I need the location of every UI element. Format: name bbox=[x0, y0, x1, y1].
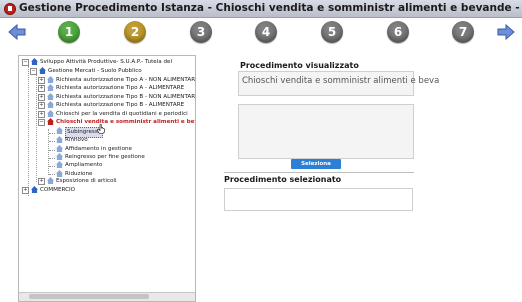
tree-node-item[interactable]: + Esposizione di articoli bbox=[38, 177, 188, 186]
procedimento-description-box bbox=[238, 104, 414, 159]
tree-node-child[interactable]: Subingresso bbox=[56, 127, 136, 138]
procedimento-visualizzato-value: Chioschi vendita e somministr alimenti e… bbox=[242, 76, 440, 86]
step-4[interactable]: 4 bbox=[255, 21, 277, 43]
house-icon bbox=[47, 76, 54, 83]
expand-icon[interactable]: + bbox=[38, 94, 45, 101]
tree-node-label: COMMERCIO bbox=[40, 187, 76, 193]
expand-icon[interactable]: + bbox=[38, 85, 45, 92]
tree-node-label: Richiesta autorizzazione Tipo B - ALIMEN… bbox=[56, 102, 185, 108]
procedure-tree: − Sviluppo Attività Produttive- S.U.A.P.… bbox=[18, 55, 196, 302]
house-icon bbox=[56, 153, 63, 160]
hand-cursor-icon bbox=[97, 124, 105, 134]
expand-icon[interactable]: + bbox=[38, 178, 45, 185]
house-icon bbox=[39, 67, 46, 74]
window-title: Gestione Procedimento Istanza - Chioschi… bbox=[19, 2, 522, 14]
tree-node-label: Sviluppo Attività Produttive- S.U.A.P.- … bbox=[40, 59, 173, 65]
app-icon bbox=[4, 3, 16, 15]
back-arrow-icon[interactable] bbox=[8, 23, 26, 41]
tree-node-child[interactable]: Ampliamento bbox=[56, 161, 176, 170]
expand-icon[interactable]: + bbox=[22, 187, 29, 194]
step-7[interactable]: 7 bbox=[452, 21, 474, 43]
collapse-icon[interactable]: − bbox=[30, 68, 37, 75]
tree-node-gestione[interactable]: − Gestione Mercati - Suolo Pubblico bbox=[30, 67, 190, 76]
step-2[interactable]: 2 bbox=[124, 21, 146, 43]
tree-node-label: Ampliamento bbox=[65, 162, 103, 168]
step-6[interactable]: 6 bbox=[387, 21, 409, 43]
house-icon bbox=[47, 84, 54, 91]
tree-node-item[interactable]: + Richiesta autorizzazione Tipo A - ALIM… bbox=[38, 84, 193, 93]
procedimento-selezionato-title: Procedimento selezionato bbox=[224, 175, 342, 184]
forward-arrow-icon[interactable] bbox=[497, 23, 515, 41]
procedimento-visualizzato-field: Chioschi vendita e somministr alimenti e… bbox=[238, 71, 439, 96]
title-bar: Gestione Procedimento Istanza - Chioschi… bbox=[0, 0, 522, 18]
expand-icon[interactable]: + bbox=[38, 77, 45, 84]
procedimento-selezionato-field bbox=[224, 188, 413, 211]
house-icon bbox=[47, 110, 54, 117]
step-3[interactable]: 3 bbox=[190, 21, 212, 43]
house-icon bbox=[31, 186, 38, 193]
step-5[interactable]: 5 bbox=[321, 21, 343, 43]
step-1[interactable]: 1 bbox=[58, 21, 80, 43]
step-bar: 1 2 3 4 5 6 7 bbox=[0, 18, 522, 48]
tree-node-label: Rinnovo bbox=[65, 137, 88, 143]
procedimento-visualizzato-title: Procedimento visualizzato bbox=[240, 61, 359, 70]
house-icon bbox=[56, 145, 63, 152]
tree-node-commercio[interactable]: + COMMERCIO bbox=[22, 186, 172, 195]
house-icon bbox=[56, 136, 63, 143]
divider bbox=[224, 172, 414, 173]
tree-node-label: Esposizione di articoli bbox=[56, 178, 117, 184]
house-icon bbox=[47, 93, 54, 100]
house-icon bbox=[47, 101, 54, 108]
house-icon bbox=[56, 170, 63, 177]
tree-node-selected[interactable]: − Chioschi vendita e somministr alimenti… bbox=[38, 118, 195, 127]
collapse-icon[interactable]: − bbox=[22, 59, 29, 66]
scrollbar-thumb[interactable] bbox=[29, 294, 149, 299]
seleziona-button[interactable]: Seleziona bbox=[291, 159, 341, 169]
collapse-icon[interactable]: − bbox=[38, 119, 45, 126]
house-icon bbox=[56, 127, 63, 134]
house-icon bbox=[56, 161, 63, 168]
house-icon bbox=[47, 118, 54, 125]
tree-node-label: Chioschi vendita e somministr alimenti e… bbox=[56, 119, 196, 125]
tree-node-root[interactable]: − Sviluppo Attività Produttive- S.U.A.P.… bbox=[22, 58, 192, 67]
expand-icon[interactable]: + bbox=[38, 111, 45, 118]
expand-icon[interactable]: + bbox=[38, 102, 45, 109]
tree-node-label: Richiesta autorizzazione Tipo A - ALIMEN… bbox=[56, 85, 185, 91]
house-icon bbox=[31, 58, 38, 65]
tree-node-item[interactable]: + Richiesta autorizzazione Tipo B - ALIM… bbox=[38, 101, 193, 110]
house-icon bbox=[47, 177, 54, 184]
tree-node-child[interactable]: Rinnovo bbox=[56, 136, 176, 145]
tree-node-label: Gestione Mercati - Suolo Pubblico bbox=[48, 68, 142, 74]
